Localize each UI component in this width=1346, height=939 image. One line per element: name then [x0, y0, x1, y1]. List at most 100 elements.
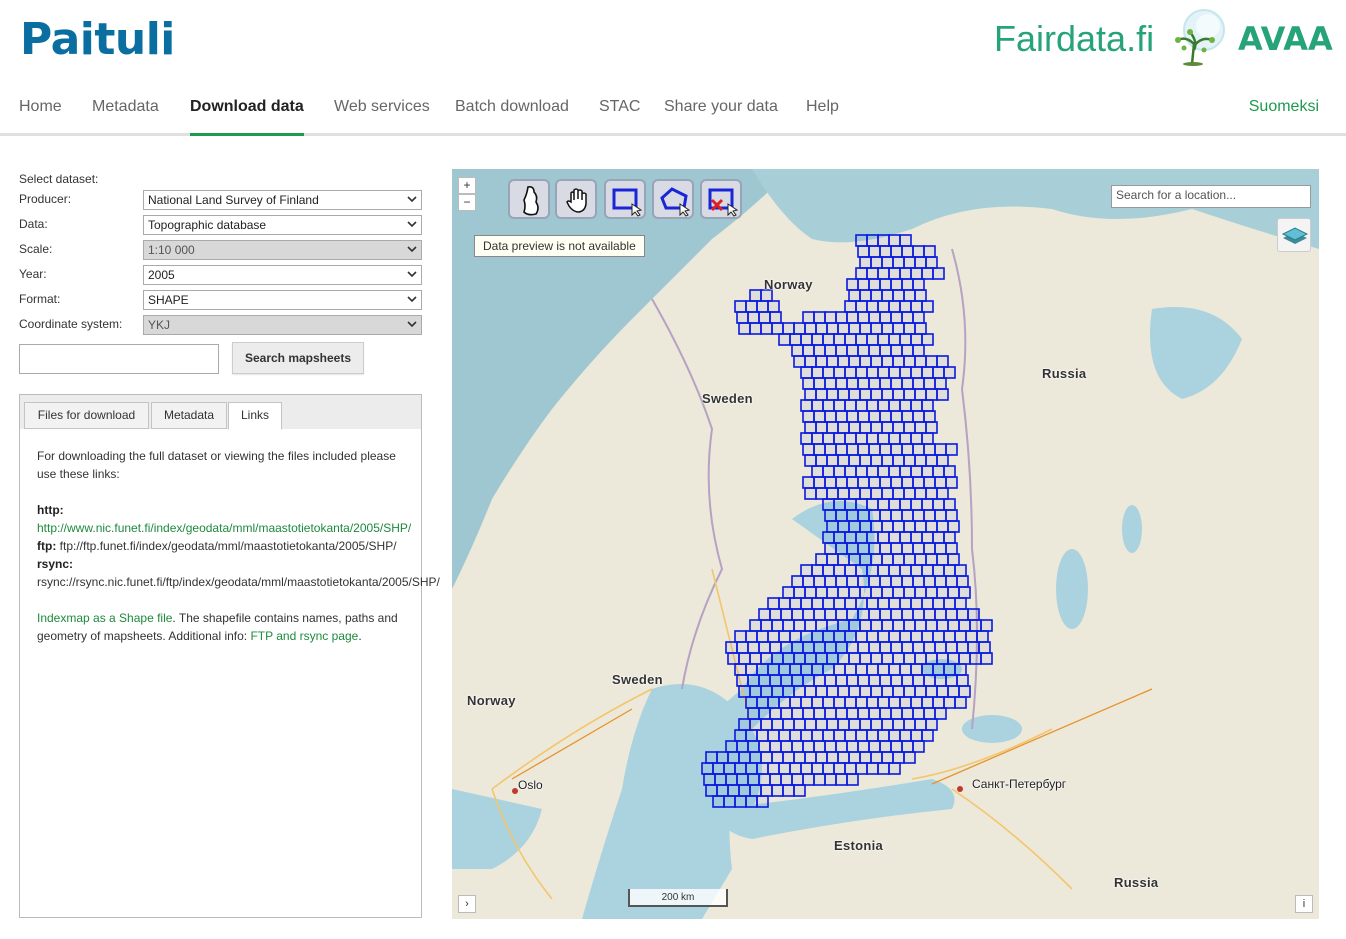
mapsheet-grid[interactable] — [452, 169, 1319, 919]
mapsheet-cell[interactable] — [925, 388, 938, 401]
location-search-input[interactable]: Search for a location... — [1111, 185, 1311, 208]
mapsheet-cell[interactable] — [767, 762, 780, 775]
mapsheet-cell[interactable] — [844, 465, 857, 478]
mapsheet-cell[interactable] — [912, 740, 925, 753]
mapsheet-cell[interactable] — [824, 740, 837, 753]
mapsheet-cell[interactable] — [910, 399, 923, 412]
mapsheet-cell[interactable] — [890, 476, 903, 489]
mapsheet-cell[interactable] — [881, 718, 894, 731]
mapsheet-cell[interactable] — [914, 322, 927, 335]
mapsheet-cell[interactable] — [879, 311, 892, 324]
mapsheet-cell[interactable] — [855, 531, 868, 544]
mapsheet-cell[interactable] — [870, 652, 883, 665]
mapsheet-cell[interactable] — [877, 762, 890, 775]
mapsheet-cell[interactable] — [925, 421, 938, 434]
mapsheet-cell[interactable] — [815, 751, 828, 764]
mapsheet-cell[interactable] — [914, 454, 927, 467]
mapsheet-cell[interactable] — [888, 399, 901, 412]
mapsheet-cell[interactable] — [833, 630, 846, 643]
mapsheet-cell[interactable] — [815, 454, 828, 467]
mapsheet-cell[interactable] — [947, 652, 960, 665]
mapsheet-cell[interactable] — [910, 663, 923, 676]
mapsheet-cell[interactable] — [848, 322, 861, 335]
mapsheet-cell[interactable] — [890, 344, 903, 357]
mapsheet-cell[interactable] — [870, 256, 883, 269]
mapsheet-cell[interactable] — [813, 575, 826, 588]
mapsheet-cell[interactable] — [769, 773, 782, 786]
mapsheet-cell[interactable] — [855, 333, 868, 346]
mapsheet-cell[interactable] — [844, 432, 857, 445]
mapsheet-cell[interactable] — [738, 322, 751, 335]
mapsheet-cell[interactable] — [954, 630, 967, 643]
mapsheet-cell[interactable] — [782, 652, 795, 665]
mapsheet-cell[interactable] — [846, 278, 859, 291]
mapsheet-cell[interactable] — [848, 421, 861, 434]
language-switch[interactable]: Suomeksi — [1249, 98, 1319, 116]
mapsheet-cell[interactable] — [802, 641, 815, 654]
mapsheet-cell[interactable] — [958, 652, 971, 665]
zoom-in-button[interactable]: + — [458, 177, 476, 194]
mapsheet-cell[interactable] — [925, 619, 938, 632]
mapsheet-cell[interactable] — [888, 696, 901, 709]
mapsheet-cell[interactable] — [890, 740, 903, 753]
mapsheet-cell[interactable] — [857, 674, 870, 687]
mapsheet-cell[interactable] — [947, 553, 960, 566]
mapsheet-cell[interactable] — [859, 289, 872, 302]
mapsheet-cell[interactable] — [866, 564, 879, 577]
mapsheet-cell[interactable] — [813, 344, 826, 357]
mapsheet-cell[interactable] — [912, 245, 925, 258]
mapsheet-cell[interactable] — [934, 575, 947, 588]
mapsheet-cell[interactable] — [813, 707, 826, 720]
mapsheet-cell[interactable] — [835, 608, 848, 621]
mapsheet-cell[interactable] — [846, 410, 859, 423]
mapsheet-cell[interactable] — [815, 652, 828, 665]
mapsheet-cell[interactable] — [932, 564, 945, 577]
mapsheet-cell[interactable] — [881, 553, 894, 566]
mapsheet-cell[interactable] — [925, 256, 938, 269]
mapsheet-cell[interactable] — [745, 300, 758, 313]
mapsheet-cell[interactable] — [877, 366, 890, 379]
mapsheet-cell[interactable] — [903, 520, 916, 533]
mapsheet-cell[interactable] — [734, 762, 747, 775]
mapsheet-cell[interactable] — [824, 476, 837, 489]
mapsheet-cell[interactable] — [932, 597, 945, 610]
mapsheet-cell[interactable] — [811, 399, 824, 412]
mapsheet-cell[interactable] — [901, 707, 914, 720]
mapsheet-cell[interactable] — [932, 663, 945, 676]
mapsheet-cell[interactable] — [877, 564, 890, 577]
mapsheet-cell[interactable] — [826, 454, 839, 467]
mapsheet-cell[interactable] — [760, 685, 773, 698]
mapsheet-cell[interactable] — [826, 487, 839, 500]
mapsheet-cell[interactable] — [956, 608, 969, 621]
mapsheet-cell[interactable] — [833, 399, 846, 412]
mapsheet-cell[interactable] — [811, 366, 824, 379]
mapsheet-cell[interactable] — [789, 762, 802, 775]
mapsheet-cell[interactable] — [725, 641, 738, 654]
mapsheet-cell[interactable] — [835, 773, 848, 786]
mapsheet-cell[interactable] — [727, 784, 740, 797]
mapsheet-cell[interactable] — [859, 718, 872, 731]
mapsheet-cell[interactable] — [857, 608, 870, 621]
mapsheet-cell[interactable] — [877, 729, 890, 742]
mapsheet-cell[interactable] — [846, 311, 859, 324]
mapsheet-cell[interactable] — [793, 751, 806, 764]
mapsheet-cell[interactable] — [881, 652, 894, 665]
mapsheet-cell[interactable] — [923, 443, 936, 456]
mapsheet-cell[interactable] — [879, 740, 892, 753]
mapsheet-cell[interactable] — [811, 630, 824, 643]
mapsheet-cell[interactable] — [822, 366, 835, 379]
mapsheet-cell[interactable] — [804, 751, 817, 764]
mapsheet-cell[interactable] — [844, 564, 857, 577]
mapsheet-cell[interactable] — [921, 630, 934, 643]
mapsheet-cell[interactable] — [855, 630, 868, 643]
mapsheet-cell[interactable] — [855, 696, 868, 709]
mapsheet-cell[interactable] — [804, 652, 817, 665]
mapsheet-cell[interactable] — [914, 652, 927, 665]
mapsheet-cell[interactable] — [782, 322, 795, 335]
mapsheet-cell[interactable] — [879, 641, 892, 654]
mapsheet-cell[interactable] — [888, 465, 901, 478]
mapsheet-cell[interactable] — [925, 586, 938, 599]
mapsheet-cell[interactable] — [793, 718, 806, 731]
mapsheet-cell[interactable] — [888, 531, 901, 544]
mapsheet-cell[interactable] — [848, 520, 861, 533]
